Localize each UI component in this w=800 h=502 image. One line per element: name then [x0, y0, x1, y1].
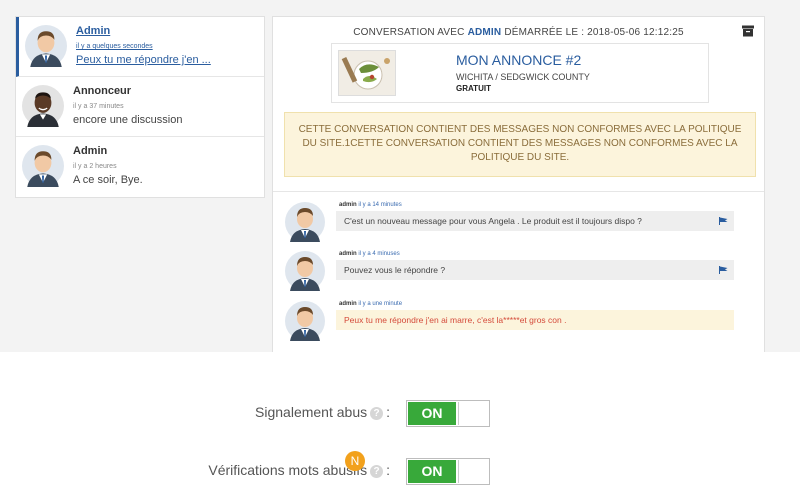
help-icon[interactable]: ?	[370, 465, 384, 478]
conversation-name[interactable]: Admin	[76, 25, 110, 37]
message-meta: admin il y a 4 minuses	[339, 251, 400, 257]
header-user[interactable]: ADMIN	[468, 27, 502, 38]
divider	[273, 191, 764, 192]
conversation-time: il y a quelques secondes	[76, 43, 153, 50]
ad-card[interactable]: MON ANNONCE #2 WICHITA / SEDGWICK COUNTY…	[331, 43, 709, 103]
message-text: C'est un nouveau message pour vous Angel…	[344, 216, 642, 226]
conversation-item[interactable]: Admin il y a quelques secondes Peux tu m…	[16, 17, 264, 77]
ad-title[interactable]: MON ANNONCE #2	[456, 52, 581, 68]
ad-thumbnail	[338, 50, 396, 96]
avatar	[285, 251, 325, 291]
setting-sep: :	[386, 404, 390, 420]
policy-warning: CETTE CONVERSATION CONTIENT DES MESSAGES…	[284, 112, 756, 177]
avatar	[285, 202, 325, 242]
message-meta: admin il y a 14 minutes	[339, 202, 402, 208]
message-author: admin	[339, 301, 357, 307]
setting-abuse-report: Signalement abus?:	[150, 398, 390, 428]
toggle-on-label: ON	[408, 460, 456, 483]
avatar	[285, 301, 325, 341]
header-prefix: CONVERSATION AVEC	[353, 27, 465, 38]
new-badge: N	[345, 451, 365, 471]
conversation-name: Admin	[73, 145, 108, 157]
toggle-knob	[458, 460, 488, 483]
flag-icon[interactable]	[719, 217, 728, 225]
archive-icon[interactable]	[742, 25, 754, 37]
setting-label-text: Signalement abus	[255, 404, 368, 420]
toggle-on-label: ON	[408, 402, 456, 425]
avatar	[22, 85, 64, 127]
conversation-header: CONVERSATION AVEC ADMIN DÉMARRÉE LE : 20…	[273, 27, 764, 38]
word-check-toggle[interactable]: ON	[406, 458, 490, 485]
avatar	[22, 145, 64, 187]
conversation-panel: CONVERSATION AVEC ADMIN DÉMARRÉE LE : 20…	[272, 16, 765, 352]
flag-icon[interactable]	[719, 266, 728, 274]
setting-label-text: Vérifications mots abusifs	[208, 462, 368, 478]
message-bubble: C'est un nouveau message pour vous Angel…	[336, 211, 734, 231]
message: admin il y a 4 minuses Pouvez vous le ré…	[285, 251, 745, 291]
message-bubble-flagged: Peux tu me répondre j'en ai marre, c'est…	[336, 310, 734, 330]
conversation-time: il y a 37 minutes	[73, 103, 124, 110]
toggle-knob	[458, 402, 488, 425]
ad-location: WICHITA / SEDGWICK COUNTY	[456, 72, 590, 82]
message-time: il y a 4 minuses	[358, 251, 400, 257]
message-bubble: Pouvez vous le répondre ?	[336, 260, 734, 280]
message-meta: admin il y a une minute	[339, 301, 402, 307]
conversation-preview: encore une discussion	[73, 114, 183, 126]
conversation-time: il y a 2 heures	[73, 163, 117, 170]
conversation-name: Annonceur	[73, 85, 132, 97]
message-text: Peux tu me répondre j'en ai marre, c'est…	[344, 315, 567, 325]
conversation-item[interactable]: Admin il y a 2 heures A ce soir, Bye.	[16, 137, 264, 197]
help-icon[interactable]: ?	[370, 407, 384, 420]
message-author: admin	[339, 202, 357, 208]
message-time: il y a une minute	[358, 301, 403, 307]
abuse-report-toggle[interactable]: ON	[406, 400, 490, 427]
message: admin il y a 14 minutes C'est un nouveau…	[285, 202, 745, 242]
message-time: il y a 14 minutes	[358, 202, 402, 208]
message-text: Pouvez vous le répondre ?	[344, 265, 446, 275]
setting-label: Signalement abus?:	[255, 404, 390, 420]
chat-window: Admin il y a quelques secondes Peux tu m…	[0, 0, 800, 352]
avatar	[25, 25, 67, 67]
conversation-item[interactable]: Annonceur il y a 37 minutes encore une d…	[16, 77, 264, 137]
conversation-list: Admin il y a quelques secondes Peux tu m…	[15, 16, 265, 198]
message: admin il y a une minute Peux tu me répon…	[285, 301, 745, 341]
header-suffix: DÉMARRÉE LE : 2018-05-06 12:12:25	[504, 27, 684, 38]
setting-sep: :	[386, 462, 390, 478]
conversation-preview[interactable]: Peux tu me répondre j'en ...	[76, 54, 211, 66]
conversation-preview: A ce soir, Bye.	[73, 174, 143, 186]
ad-price: GRATUIT	[456, 84, 491, 93]
message-author: admin	[339, 251, 357, 257]
